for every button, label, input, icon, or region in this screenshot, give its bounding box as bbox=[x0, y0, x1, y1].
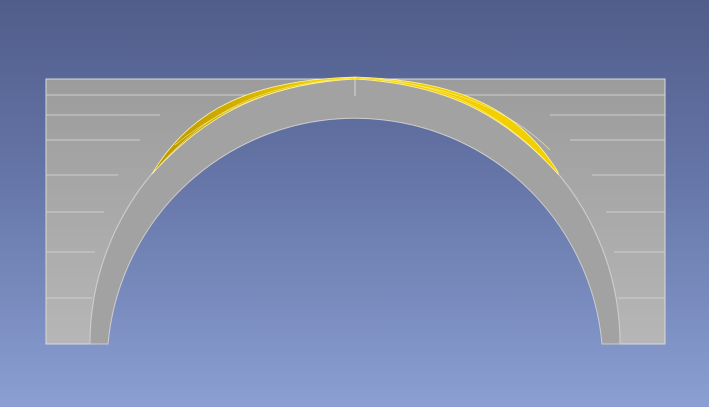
3d-viewport[interactable] bbox=[0, 0, 709, 407]
model-view[interactable] bbox=[0, 0, 709, 407]
